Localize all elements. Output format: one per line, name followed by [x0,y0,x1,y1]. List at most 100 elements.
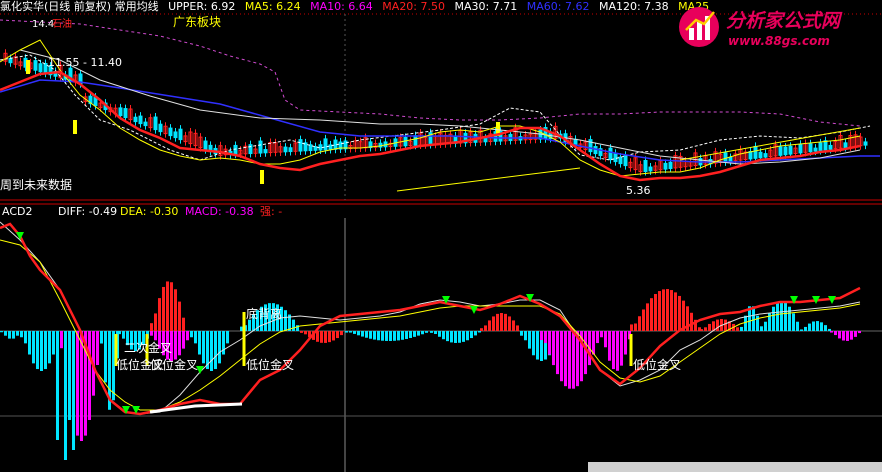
macd-bar [620,331,623,366]
candle-body [758,151,763,159]
macd-bar [764,321,767,331]
candle-body [168,127,173,137]
macd-bar [846,331,849,341]
candle-body [818,142,823,152]
macd-bar [118,331,121,335]
macd-bar [634,323,637,331]
candle-body [233,144,238,155]
price-range-label: 11.55 - 11.40 [48,56,122,69]
candle-body [323,138,328,151]
candle-body [283,146,288,153]
chart-canvas[interactable]: 14.4 石油 11.55 - 11.40 广东板块 5.36 周到未来数据 A… [0,0,882,472]
macd-bar [150,323,153,331]
candle-body [618,156,623,165]
macd-bar [284,310,287,331]
macd-bar [704,327,707,331]
macd-bar [488,320,491,331]
macd-bar [524,331,527,341]
macd-bar [417,331,420,336]
macd-bar [425,331,428,333]
macd-bar [44,331,47,370]
trend-line [396,167,581,192]
signal-label-bottom-divergence: 底背离 [246,306,282,321]
candle-body [143,121,148,127]
macd-bar [842,331,845,341]
candle-body [593,146,598,155]
macd-bar [708,323,711,331]
macd-bar [630,324,633,331]
diff-value: DIFF: -0.49 [58,205,117,218]
macd-bar [162,286,165,331]
macd-bar [784,302,787,331]
macd-bar [340,331,343,336]
candle-body [798,143,803,154]
candle-body [783,146,788,156]
macd-bar [804,326,807,331]
candle-body [728,156,733,162]
macd-bar [397,331,400,341]
macd-bar [658,291,661,331]
macd-bar [536,331,539,360]
candle-body [173,131,178,139]
macd-bar [186,331,189,341]
macd-bar [154,331,157,341]
status-bar-fragment [588,462,882,472]
macd-bar [4,331,7,336]
macd-bar [548,331,551,355]
candle-body [258,140,263,154]
macd-bar [210,331,213,371]
macd-bar [780,301,783,331]
price-tag-high: 14.4 [32,19,54,30]
macd-bar [361,331,364,337]
macd-bar [496,313,499,331]
macd-bar [816,321,819,331]
candle-body [788,145,793,155]
dea-value: DEA: -0.30 [120,205,178,218]
macd-bar [828,328,831,331]
macd-bar [32,331,35,364]
low-price-label: 5.36 [626,184,651,197]
macd-bar [385,331,388,341]
macd-bar [678,295,681,331]
ma-blue-line [0,79,880,163]
candle-body [263,149,268,154]
diff-white-line [0,221,861,415]
macd-bar [552,331,555,366]
macd-bar [202,331,205,364]
candle-body [413,135,418,146]
signal-candle [73,120,77,134]
candle-body [648,166,653,172]
macd-bar [454,331,457,343]
candle-body [153,116,158,131]
macd-bar [612,331,615,370]
sector-label: 广东板块 [173,15,221,29]
macd-bar [16,331,19,336]
macd-bar [466,331,469,341]
macd-bar [776,302,779,331]
macd-value: MACD: -0.38 [185,205,254,218]
candle-body [118,107,123,117]
macd-bar [300,331,303,333]
macd-bar [568,331,571,389]
candle-body [248,144,253,155]
macd-bar [572,331,575,389]
candle-body [123,108,128,119]
macd-bar [154,313,157,331]
macd-bar [381,331,384,341]
macd-bar [540,331,543,341]
macd-bar [480,328,483,331]
macd-bar [528,331,531,349]
macd-bar [150,331,153,336]
macd-bar [854,331,857,337]
macd-bar [838,331,841,339]
macd-bar [353,331,356,334]
macd-bar [600,331,603,338]
macd-bar [198,331,201,355]
macd-bar [792,313,795,331]
macd-bar [218,331,221,364]
candle-body [823,140,828,151]
macd-bar [226,331,229,344]
stock-chart-window: 氯化实华(日线 前复权) 常用均线 UPPER: 6.92 MA5: 6.24 … [0,0,882,472]
macd-bar [434,331,437,334]
macd-bar [20,331,23,338]
